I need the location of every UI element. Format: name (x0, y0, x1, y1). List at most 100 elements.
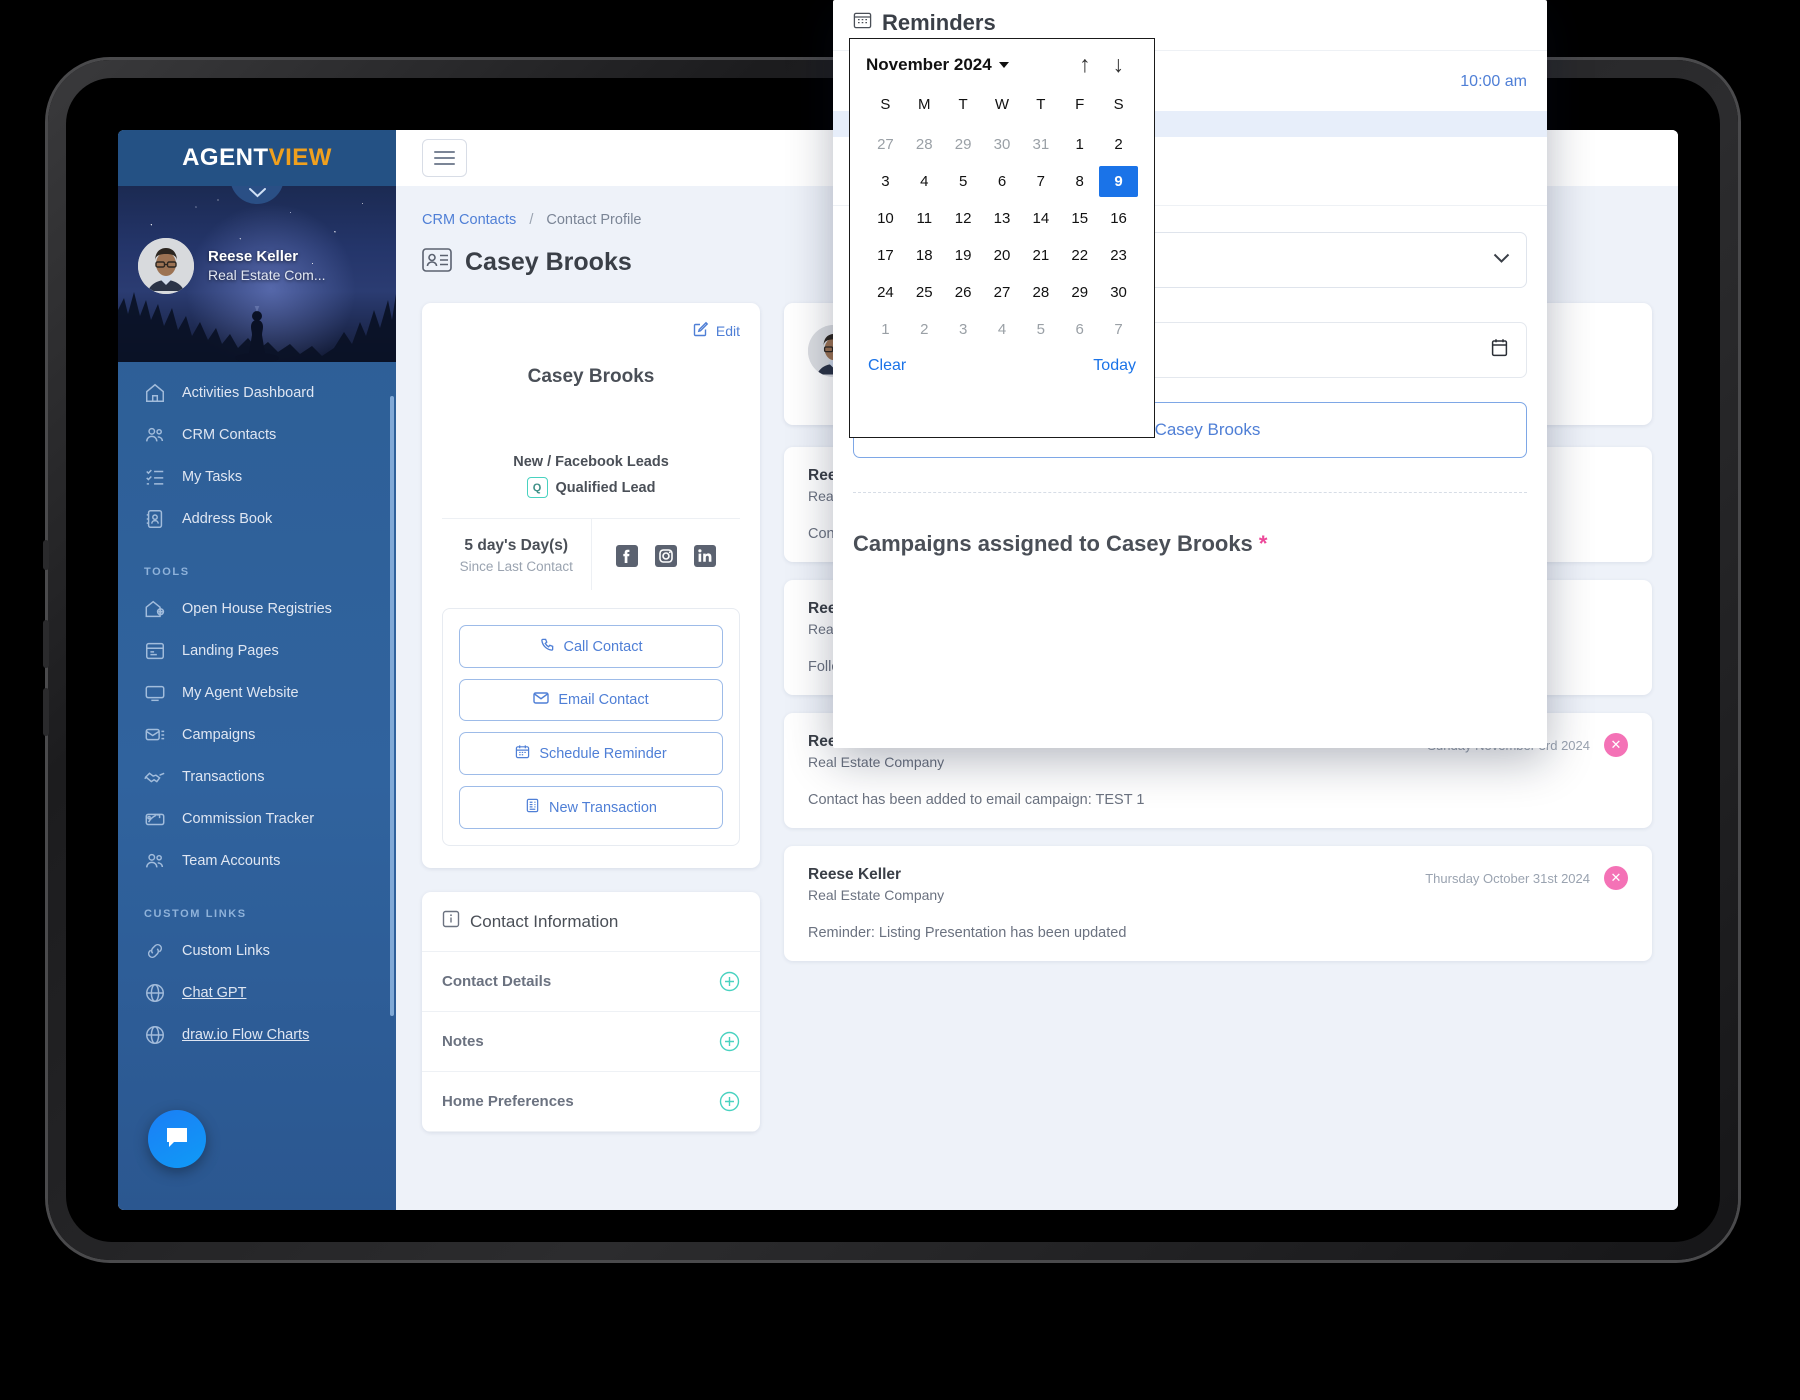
status-badge: Q Qualified Lead (442, 477, 740, 498)
contact-information-heading: Contact Information (422, 892, 760, 952)
sidebar-item-commission-tracker[interactable]: Commission Tracker (118, 798, 396, 840)
sidebar-scrollbar[interactable] (390, 396, 394, 1016)
calendar-day[interactable]: 28 (1021, 277, 1060, 308)
sidebar-item-landing-pages[interactable]: Landing Pages (118, 630, 396, 672)
calendar-day[interactable]: 29 (944, 129, 983, 160)
calendar-day[interactable]: 22 (1060, 240, 1099, 271)
calendar-day[interactable]: 29 (1060, 277, 1099, 308)
sidebar-item-my-tasks[interactable]: My Tasks (118, 456, 396, 498)
email-contact-button[interactable]: Email Contact (459, 679, 723, 721)
arrow-up-icon[interactable]: ↑ (1079, 53, 1091, 76)
edit-contact-button[interactable]: Edit (442, 321, 740, 340)
calendar-day[interactable]: 20 (983, 240, 1022, 271)
close-circle-icon[interactable]: ✕ (1604, 866, 1628, 890)
close-circle-icon[interactable]: ✕ (1604, 733, 1628, 757)
call-contact-button[interactable]: Call Contact (459, 625, 723, 668)
sidebar-nav: Activities Dashboard CRM Contacts My Tas… (118, 362, 396, 1210)
profile-hero-banner: Reese Keller Real Estate Com... (118, 186, 396, 362)
calendar-icon[interactable] (1491, 338, 1508, 362)
instagram-icon[interactable] (654, 544, 677, 567)
contact-summary-card: Edit Casey Brooks New / Facebook Leads Q… (422, 303, 760, 868)
calendar-day[interactable]: 11 (905, 203, 944, 234)
calendar-day[interactable]: 16 (1099, 203, 1138, 234)
calendar-day-selected[interactable]: 9 (1099, 166, 1138, 197)
calendar-day[interactable]: 18 (905, 240, 944, 271)
calendar-day[interactable]: 5 (944, 166, 983, 197)
calendar-day[interactable]: 1 (1060, 129, 1099, 160)
calendar-day[interactable]: 13 (983, 203, 1022, 234)
calendar-day[interactable]: 30 (983, 129, 1022, 160)
edit-label: Edit (715, 322, 740, 339)
arrow-down-icon[interactable]: ↓ (1113, 53, 1125, 76)
new-transaction-button[interactable]: New Transaction (459, 786, 723, 829)
social-links (592, 519, 741, 590)
calendar-day[interactable]: 2 (905, 314, 944, 345)
breadcrumb-link-crm-contacts[interactable]: CRM Contacts (422, 212, 516, 228)
calendar-day[interactable]: 27 (866, 129, 905, 160)
calendar-day[interactable]: 24 (866, 277, 905, 308)
sidebar-item-campaigns[interactable]: Campaigns (118, 714, 396, 756)
accordion-label: Contact Details (442, 973, 552, 990)
calendar-day[interactable]: 17 (866, 240, 905, 271)
sidebar-item-activities-dashboard[interactable]: Activities Dashboard (118, 372, 396, 414)
calendar-day[interactable]: 3 (866, 166, 905, 197)
clear-date-button[interactable]: Clear (868, 357, 906, 375)
schedule-reminder-button[interactable]: Schedule Reminder (459, 732, 723, 775)
calendar-day[interactable]: 28 (905, 129, 944, 160)
linkedin-icon[interactable] (693, 544, 716, 567)
sidebar-item-address-book[interactable]: Address Book (118, 498, 396, 540)
modal-header: Reminders (833, 0, 1547, 36)
calendar-day[interactable]: 10 (866, 203, 905, 234)
calendar-day[interactable]: 27 (983, 277, 1022, 308)
sidebar-item-chat-gpt[interactable]: Chat GPT (118, 972, 396, 1014)
plus-circle-icon (719, 1031, 740, 1052)
breadcrumb-separator: / (529, 212, 534, 228)
calendar-day[interactable]: 15 (1060, 203, 1099, 234)
sidebar-item-crm-contacts[interactable]: CRM Contacts (118, 414, 396, 456)
calendar-day[interactable]: 1 (866, 314, 905, 345)
contact-actions: Call Contact Email Contact Schedule Remi… (442, 608, 740, 846)
today-date-button[interactable]: Today (1093, 357, 1136, 375)
facebook-icon[interactable] (615, 544, 638, 567)
calendar-day[interactable]: 12 (944, 203, 983, 234)
accordion-contact-details[interactable]: Contact Details (422, 952, 760, 1012)
calendar-day[interactable]: 6 (1060, 314, 1099, 345)
calendar-day[interactable]: 19 (944, 240, 983, 271)
month-year-selector[interactable]: November 2024 (866, 55, 1009, 75)
sidebar-item-transactions[interactable]: Transactions (118, 756, 396, 798)
accordion-notes[interactable]: Notes (422, 1012, 760, 1072)
calendar-day[interactable]: 2 (1099, 129, 1138, 160)
calendar-day[interactable]: 4 (983, 314, 1022, 345)
calendar-day[interactable]: 8 (1060, 166, 1099, 197)
sidebar-profile[interactable]: Reese Keller Real Estate Com... (138, 238, 326, 294)
sidebar-item-drawio-flow-charts[interactable]: draw.io Flow Charts (118, 1014, 396, 1056)
app-logo[interactable]: AGENT VIEW (118, 130, 396, 186)
calendar-day[interactable]: 21 (1021, 240, 1060, 271)
sidebar-item-open-house-registries[interactable]: Open House Registries (118, 588, 396, 630)
sidebar-item-label: Transactions (182, 769, 265, 785)
calendar-day[interactable]: 6 (983, 166, 1022, 197)
hamburger-icon[interactable] (422, 139, 467, 177)
campaign-icon (144, 724, 166, 746)
sidebar: AGENT VIEW Reese Keller Real Estate Com.… (118, 130, 396, 1210)
sidebar-item-team-accounts[interactable]: Team Accounts (118, 840, 396, 882)
chat-widget-button[interactable] (148, 1110, 206, 1168)
calendar-day[interactable]: 14 (1021, 203, 1060, 234)
calendar-day[interactable]: 5 (1021, 314, 1060, 345)
calendar-day[interactable]: 30 (1099, 277, 1138, 308)
calendar-day[interactable]: 26 (944, 277, 983, 308)
sidebar-item-custom-links[interactable]: Custom Links (118, 930, 396, 972)
avatar (138, 238, 194, 294)
accordion-home-preferences[interactable]: Home Preferences (422, 1072, 760, 1132)
collapse-profile-chevron-icon[interactable] (230, 186, 284, 204)
calendar-day[interactable]: 3 (944, 314, 983, 345)
calendar-day[interactable]: 7 (1021, 166, 1060, 197)
sidebar-item-label: draw.io Flow Charts (182, 1027, 310, 1043)
calendar-day[interactable]: 7 (1099, 314, 1138, 345)
calendar-day[interactable]: 25 (905, 277, 944, 308)
calendar-day[interactable]: 23 (1099, 240, 1138, 271)
left-column: Edit Casey Brooks New / Facebook Leads Q… (422, 303, 760, 1132)
calendar-day[interactable]: 4 (905, 166, 944, 197)
sidebar-item-my-agent-website[interactable]: My Agent Website (118, 672, 396, 714)
calendar-day[interactable]: 31 (1021, 129, 1060, 160)
